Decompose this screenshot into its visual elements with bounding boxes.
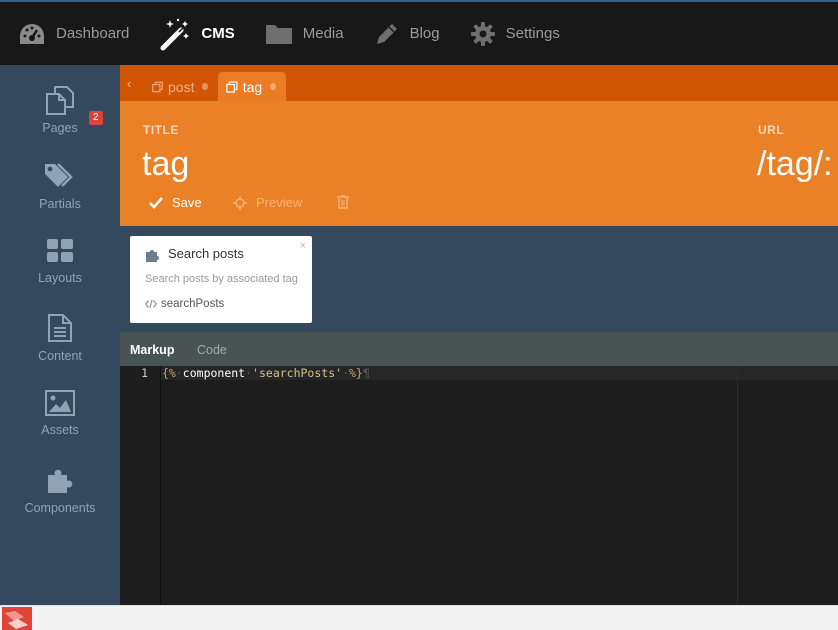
title-field-label: TITLE [143, 123, 179, 137]
line-gutter: 1 [120, 366, 161, 605]
app-logo-icon[interactable] [2, 607, 32, 630]
page-form-header: TITLE tag URL /tag/: Save Preview [120, 101, 838, 226]
twig-open-tag: {% [162, 366, 176, 380]
footer-bar [0, 605, 838, 630]
layout-grid-icon [47, 239, 73, 262]
print-margin [737, 366, 738, 605]
title-field[interactable]: tag [142, 145, 189, 184]
pages-count-badge: 2 [89, 111, 103, 125]
top-nav: Dashboard CMS Media Blog Settings [0, 0, 838, 65]
crosshair-icon [233, 195, 247, 210]
component-alias: searchPosts [145, 298, 224, 310]
twig-keyword: component [182, 366, 246, 380]
save-label: Save [172, 195, 202, 210]
puzzle-icon [48, 469, 73, 493]
tab-label: tag [242, 78, 263, 95]
component-panel: Search posts × Search posts by associate… [120, 226, 838, 332]
puzzle-icon [146, 250, 159, 262]
code-editor[interactable]: 1 {%·component·'searchPosts'·%}¶ [120, 366, 838, 605]
code-icon [145, 299, 157, 309]
save-button[interactable]: Save [149, 195, 202, 210]
sidebar-item-components[interactable]: Components [0, 465, 120, 535]
tags-icon [45, 163, 73, 187]
twig-close-tag: %} [349, 366, 363, 380]
nav-item-media[interactable]: Media [265, 22, 344, 46]
tab-label: post [168, 78, 195, 95]
cms-app: Dashboard CMS Media Blog Settings Pages … [0, 0, 838, 630]
sidebar-item-label: Layouts [38, 271, 82, 285]
tab-post[interactable]: post [144, 72, 218, 101]
nav-label: Blog [409, 25, 440, 42]
folder-icon [265, 24, 292, 44]
nav-item-blog[interactable]: Blog [374, 21, 440, 47]
trash-icon [337, 195, 349, 209]
unsaved-dot [202, 83, 208, 90]
url-field-label: URL [758, 123, 785, 137]
pencil-icon [376, 23, 397, 44]
image-icon [45, 390, 75, 416]
document-tabs: ‹ post tag [120, 65, 838, 101]
delete-button[interactable] [337, 195, 358, 209]
sidebar-item-content[interactable]: Content [0, 313, 120, 383]
tab-code[interactable]: Code [197, 343, 227, 357]
check-icon [149, 196, 163, 209]
sidebar-item-assets[interactable]: Assets [0, 389, 120, 459]
gear-icon [470, 21, 495, 46]
preview-button[interactable]: Preview [233, 195, 302, 210]
copy-icon [152, 81, 163, 92]
url-field[interactable]: /tag/: [757, 145, 833, 184]
file-text-icon [48, 314, 72, 342]
magic-wand-icon [160, 18, 190, 50]
preview-label: Preview [256, 195, 303, 210]
nav-label: Dashboard [56, 25, 130, 42]
sidebar-item-label: Partials [39, 197, 81, 211]
component-alias-text: searchPosts [161, 298, 225, 310]
nav-label: Media [302, 25, 344, 42]
pages-icon [46, 86, 74, 115]
nav-item-settings[interactable]: Settings [470, 21, 560, 47]
close-icon[interactable]: × [300, 240, 306, 252]
editor-tabs: Markup Code [120, 332, 838, 366]
component-card[interactable]: Search posts × Search posts by associate… [130, 236, 312, 323]
sidebar: Pages 2 Partials Layouts Content Assets … [0, 65, 120, 605]
component-title: Search posts [168, 246, 244, 261]
copy-icon [226, 80, 238, 93]
line-number: 1 [141, 366, 148, 380]
component-description: Search posts by associated tag [145, 273, 298, 285]
sidebar-item-pages[interactable]: Pages 2 [0, 85, 120, 155]
twig-string: 'searchPosts' [252, 366, 343, 380]
sidebar-item-partials[interactable]: Partials [0, 161, 120, 231]
sidebar-item-label: Components [24, 501, 96, 515]
nav-label: Settings [505, 25, 560, 42]
sidebar-item-layouts[interactable]: Layouts [0, 237, 120, 307]
sidebar-item-label: Assets [41, 423, 79, 437]
end-of-line-marker: ¶ [362, 366, 370, 380]
chevron-left-icon[interactable]: ‹ [127, 76, 131, 91]
unsaved-dot [270, 83, 276, 90]
sidebar-item-label: Content [38, 349, 82, 363]
dashboard-icon [20, 23, 44, 44]
sidebar-item-label: Pages [42, 121, 78, 135]
nav-label: CMS [201, 25, 235, 42]
tab-markup[interactable]: Markup [130, 343, 174, 357]
nav-item-dashboard[interactable]: Dashboard [18, 21, 129, 47]
code-line: {%·component·'searchPosts'·%}¶ [162, 366, 370, 380]
nav-item-cms[interactable]: CMS [159, 17, 235, 51]
tab-tag[interactable]: tag [218, 72, 286, 101]
